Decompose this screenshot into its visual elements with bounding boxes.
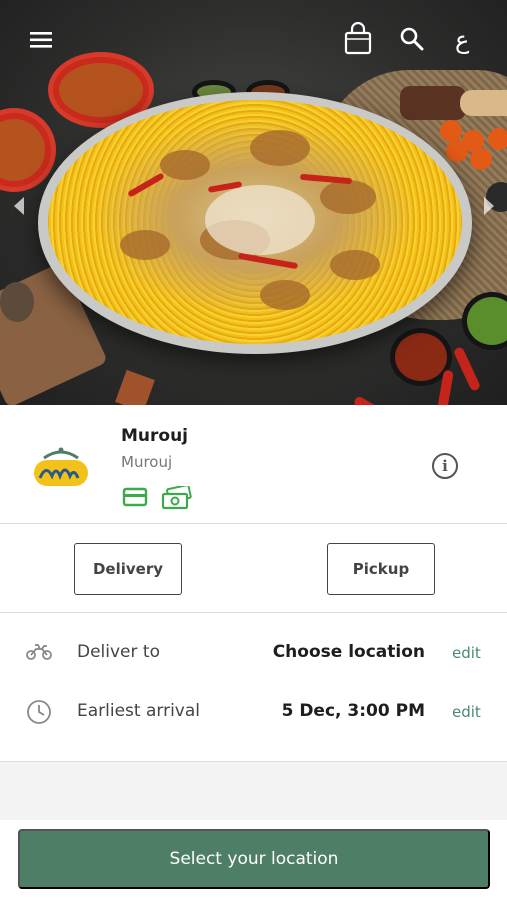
credit-card-icon (122, 486, 148, 512)
red-pot-left (0, 108, 56, 192)
delivery-location-value: Choose location (272, 642, 425, 662)
green-sauce-bowl (462, 292, 507, 350)
edit-arrival-link[interactable]: edit (452, 703, 481, 721)
arrival-time-value: 5 Dec, 3:00 PM (281, 701, 425, 721)
chevron-right-icon[interactable] (482, 195, 496, 221)
earliest-arrival-label: Earliest arrival (77, 701, 201, 721)
select-location-button[interactable]: Select your location (18, 829, 490, 889)
murouj-logo (30, 444, 92, 490)
restaurant-subtitle: Murouj (121, 453, 173, 471)
motorbike-icon (26, 642, 52, 666)
shopping-bag-icon[interactable] (343, 21, 373, 60)
cash-icon (160, 484, 192, 514)
language-toggle[interactable]: ع (455, 26, 469, 54)
wooden-mortar (400, 86, 466, 120)
pickup-button[interactable]: Pickup (327, 543, 435, 595)
deliver-to-label: Deliver to (77, 642, 160, 662)
divider (0, 523, 507, 524)
spacer-band (0, 762, 507, 820)
search-icon[interactable] (399, 26, 425, 56)
edit-location-link[interactable]: edit (452, 644, 481, 662)
clock-icon (26, 699, 52, 729)
divider (0, 612, 507, 613)
info-icon[interactable]: i (432, 453, 458, 479)
chevron-left-icon[interactable] (12, 195, 26, 221)
garlic-bulb (0, 282, 34, 322)
hamburger-menu-icon[interactable] (30, 30, 54, 54)
delivery-button[interactable]: Delivery (74, 543, 182, 595)
restaurant-name: Murouj (121, 426, 189, 446)
hero-banner-image: ع (0, 0, 507, 405)
